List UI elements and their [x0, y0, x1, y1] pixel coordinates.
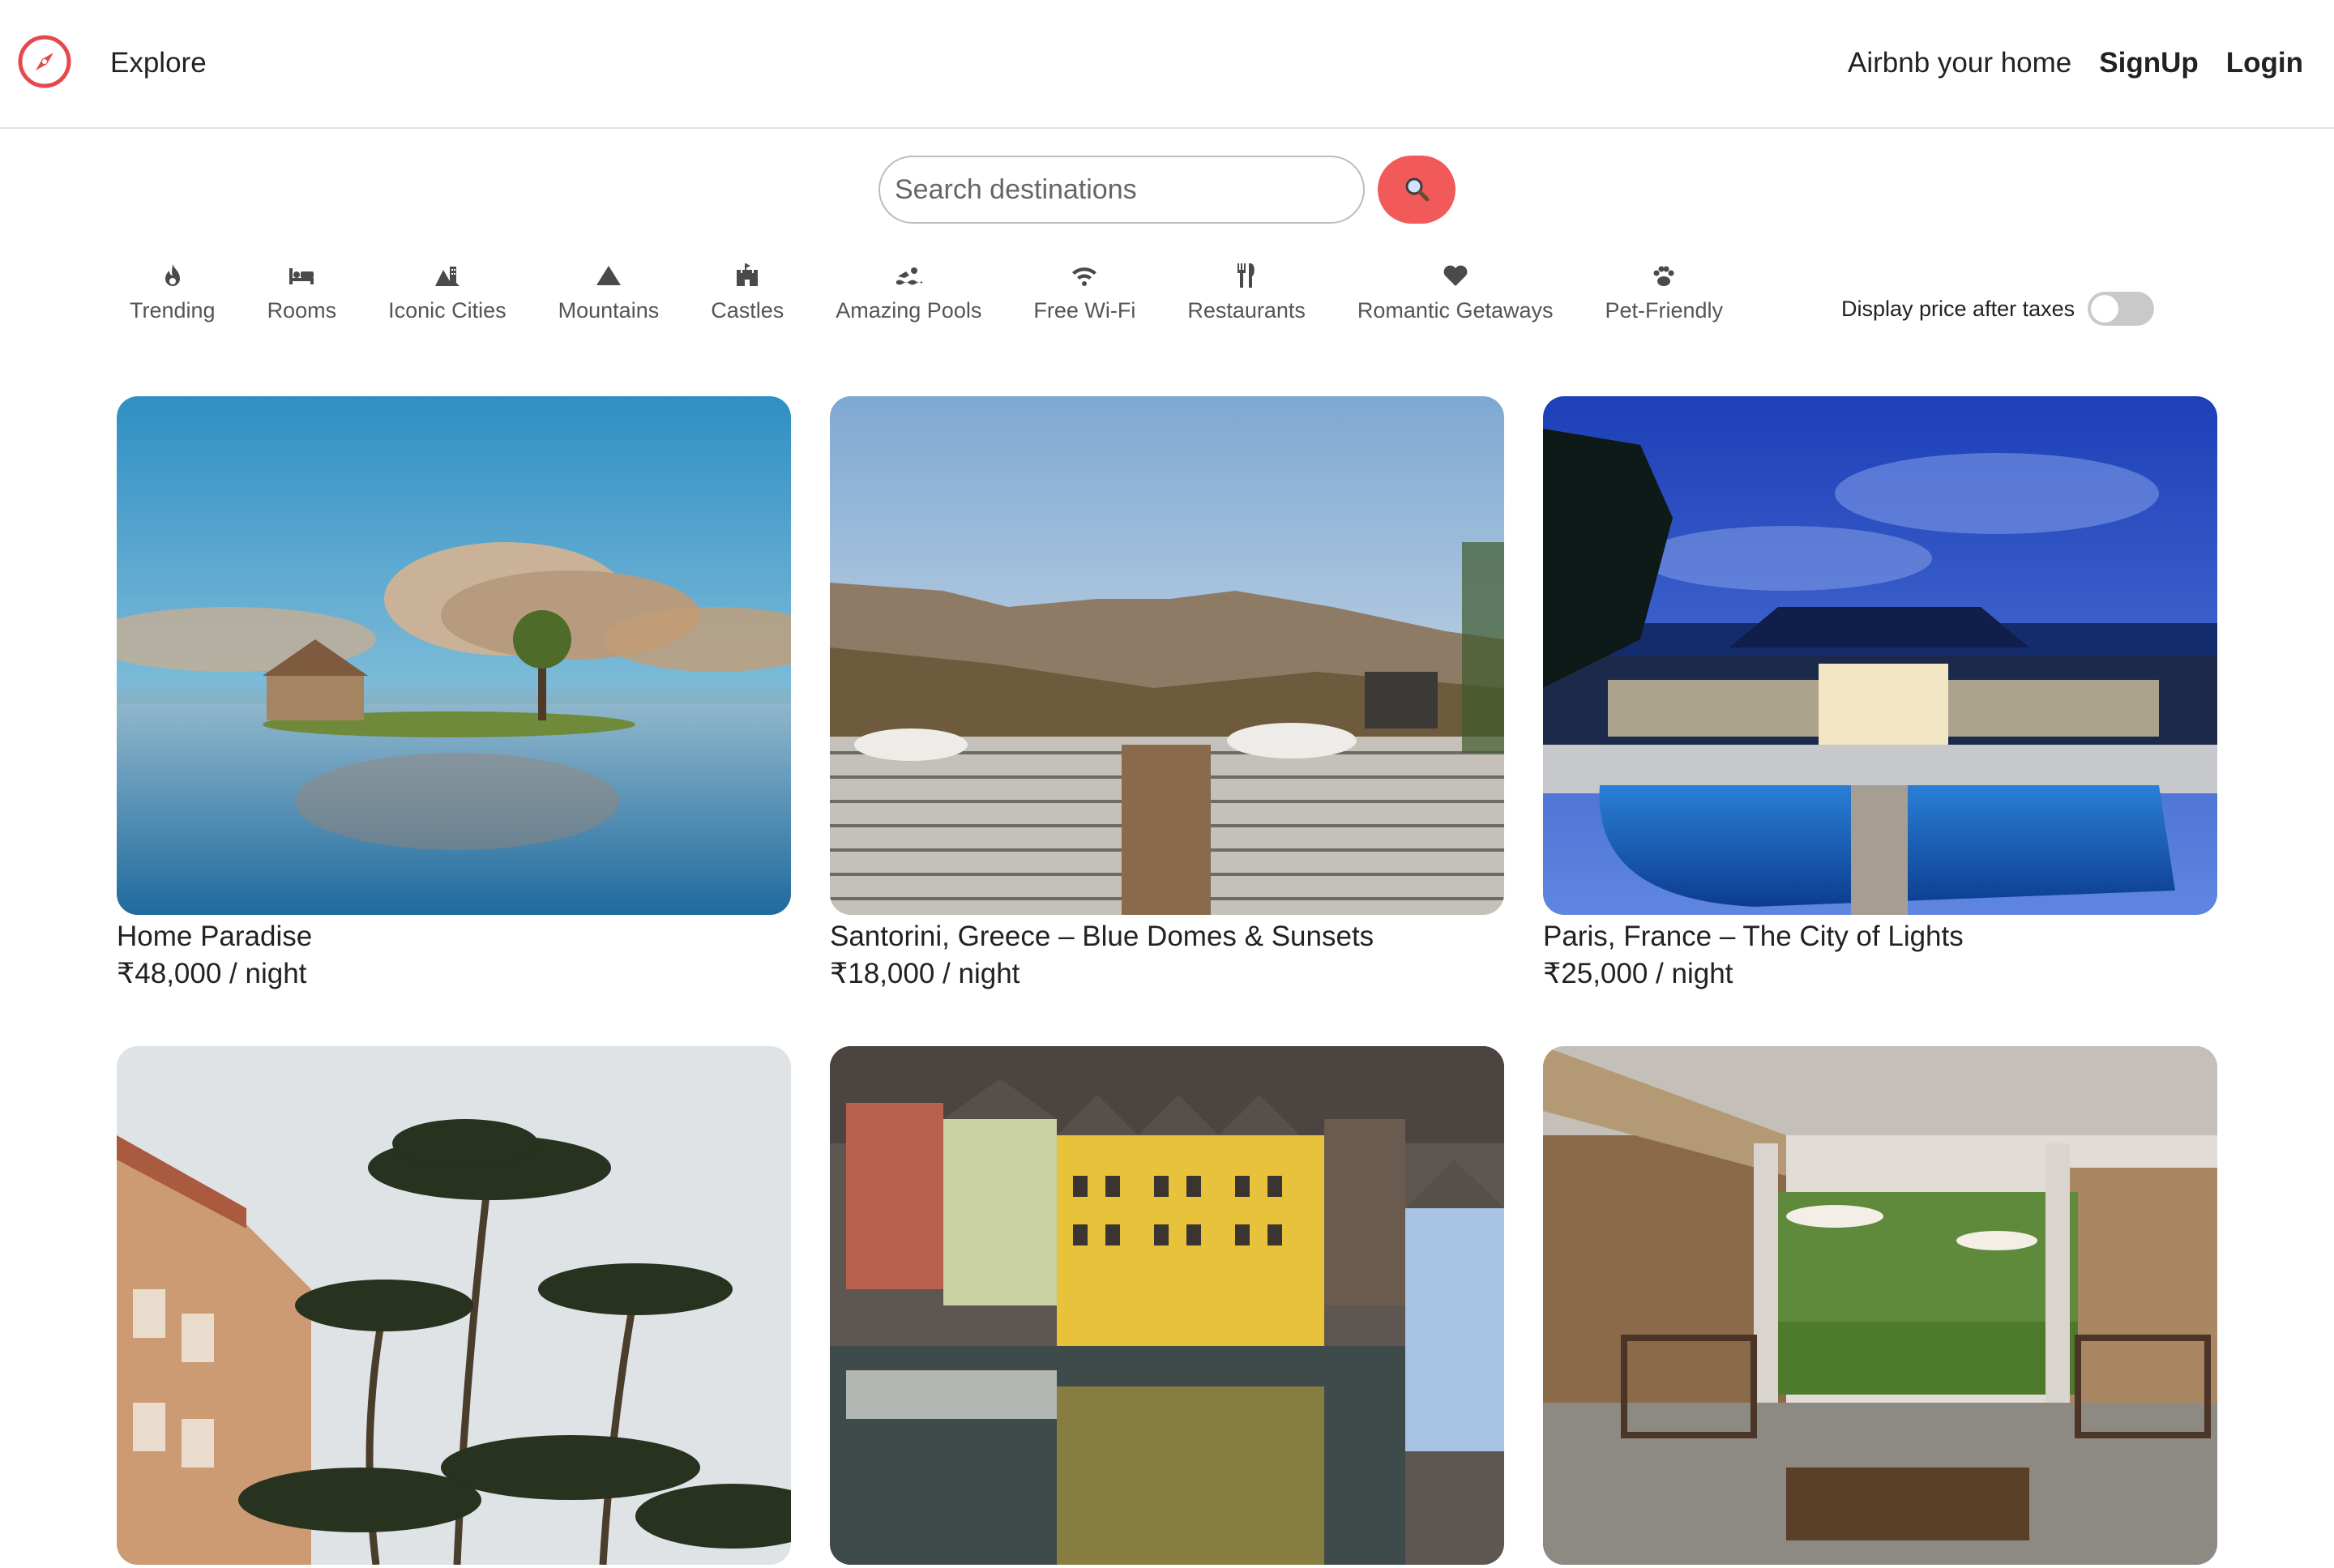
toggle-knob — [2091, 295, 2119, 323]
filter-label: Restaurants — [1187, 298, 1306, 323]
filter-trending[interactable]: Trending — [130, 259, 216, 323]
filter-amazing-pools[interactable]: Amazing Pools — [836, 259, 981, 323]
listing-card[interactable]: Paris, France – The City of Lights ₹25,0… — [1543, 396, 2217, 993]
filter-rooms[interactable]: Rooms — [267, 259, 337, 323]
login-link[interactable]: Login — [2226, 45, 2303, 81]
filter-label: Pet-Friendly — [1605, 298, 1724, 323]
castle-icon — [731, 259, 763, 292]
search-bar — [878, 156, 1456, 224]
listing-image — [830, 1046, 1504, 1565]
listing-price: ₹25,000 / night — [1543, 958, 1733, 989]
listing-image — [117, 396, 791, 915]
search-button[interactable] — [1378, 156, 1456, 224]
filter-castles[interactable]: Castles — [711, 259, 784, 323]
filter-romantic-getaways[interactable]: Romantic Getaways — [1357, 259, 1554, 323]
utensils-icon — [1230, 259, 1263, 292]
filter-mountains[interactable]: Mountains — [558, 259, 660, 323]
listings-grid: Home Paradise ₹48,000 / night Santorini,… — [117, 396, 2217, 1568]
nav-right-links: Airbnb your home SignUp Login — [1848, 45, 2303, 81]
search-icon — [1403, 175, 1430, 205]
listing-card[interactable] — [117, 1046, 791, 1568]
tax-toggle-label: Display price after taxes — [1841, 296, 2075, 321]
paw-icon — [1648, 259, 1680, 292]
signup-link[interactable]: SignUp — [2099, 45, 2198, 81]
filter-restaurants[interactable]: Restaurants — [1187, 259, 1306, 323]
listing-image — [117, 1046, 791, 1565]
filter-label: Castles — [711, 298, 784, 323]
listing-card[interactable]: Santorini, Greece – Blue Domes & Sunsets… — [830, 396, 1504, 993]
wifi-icon — [1068, 259, 1101, 292]
listing-title: Santorini, Greece – Blue Domes & Sunsets — [830, 921, 1374, 952]
listing-title: Home Paradise — [117, 921, 313, 952]
filter-label: Amazing Pools — [836, 298, 982, 323]
bed-icon — [285, 259, 318, 292]
compass-icon[interactable] — [16, 33, 73, 90]
listing-image — [1543, 396, 2217, 915]
listing-card[interactable] — [830, 1046, 1504, 1568]
heart-icon — [1439, 259, 1472, 292]
swimmer-icon — [892, 259, 925, 292]
filter-label: Mountains — [558, 298, 660, 323]
filter-free-wifi[interactable]: Free Wi-Fi — [1033, 259, 1135, 323]
tax-toggle: Display price after taxes — [1841, 292, 2155, 326]
listing-price: ₹48,000 / night — [117, 958, 307, 989]
search-input[interactable] — [878, 156, 1365, 224]
mountain-icon — [592, 259, 625, 292]
filter-label: Trending — [130, 298, 216, 323]
tax-toggle-switch[interactable] — [2088, 292, 2155, 326]
filter-label: Free Wi-Fi — [1033, 298, 1136, 323]
fire-icon — [156, 259, 189, 292]
filter-iconic-cities[interactable]: Iconic Cities — [388, 259, 507, 323]
listing-image — [1543, 1046, 2217, 1565]
listing-price: ₹18,000 / night — [830, 958, 1020, 989]
listing-image — [830, 396, 1504, 915]
filter-label: Iconic Cities — [388, 298, 507, 323]
listing-card[interactable] — [1543, 1046, 2217, 1568]
city-icon — [431, 259, 464, 292]
filter-label: Romantic Getaways — [1357, 298, 1554, 323]
filter-label: Rooms — [267, 298, 337, 323]
filter-pet-friendly[interactable]: Pet-Friendly — [1605, 259, 1724, 323]
explore-link[interactable]: Explore — [110, 45, 207, 81]
top-navbar: Explore Airbnb your home SignUp Login — [0, 0, 2334, 129]
category-filters: Trending Rooms Iconic Cities Mountains C… — [130, 259, 1775, 323]
airbnb-your-home-link[interactable]: Airbnb your home — [1848, 45, 2071, 81]
listing-card[interactable]: Home Paradise ₹48,000 / night — [117, 396, 791, 993]
listing-title: Paris, France – The City of Lights — [1543, 921, 1964, 952]
